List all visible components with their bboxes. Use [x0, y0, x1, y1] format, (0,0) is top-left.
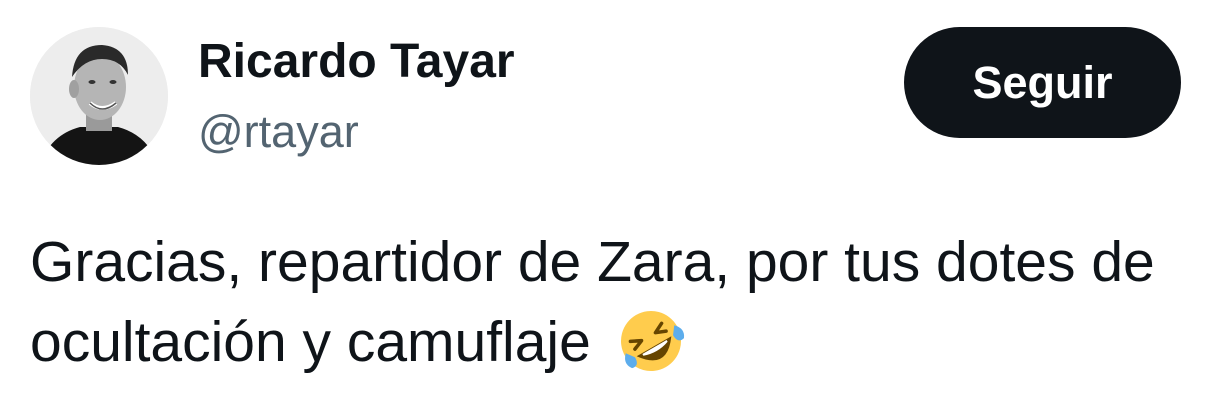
author-avatar[interactable] — [30, 27, 168, 165]
tweet-text-line-1: Gracias, repartidor de Zara, por tus dot… — [30, 230, 1155, 294]
tweet-card: Ricardo Tayar @rtayar Seguir Gracias, re… — [0, 0, 1210, 400]
rolling-on-floor-laughing-emoji-icon — [613, 303, 689, 379]
tweet-text: Gracias, repartidor de Zara, por tus dot… — [30, 222, 1200, 382]
tweet-text-line-2: ocultación y camuflaje — [30, 302, 1200, 382]
profile-photo-icon — [30, 27, 168, 165]
author-display-name[interactable]: Ricardo Tayar — [198, 34, 515, 90]
author-handle[interactable]: @rtayar — [198, 104, 359, 160]
follow-button[interactable]: Seguir — [904, 27, 1181, 138]
tweet-text-line-2-text: ocultación y camuflaje — [30, 310, 591, 374]
